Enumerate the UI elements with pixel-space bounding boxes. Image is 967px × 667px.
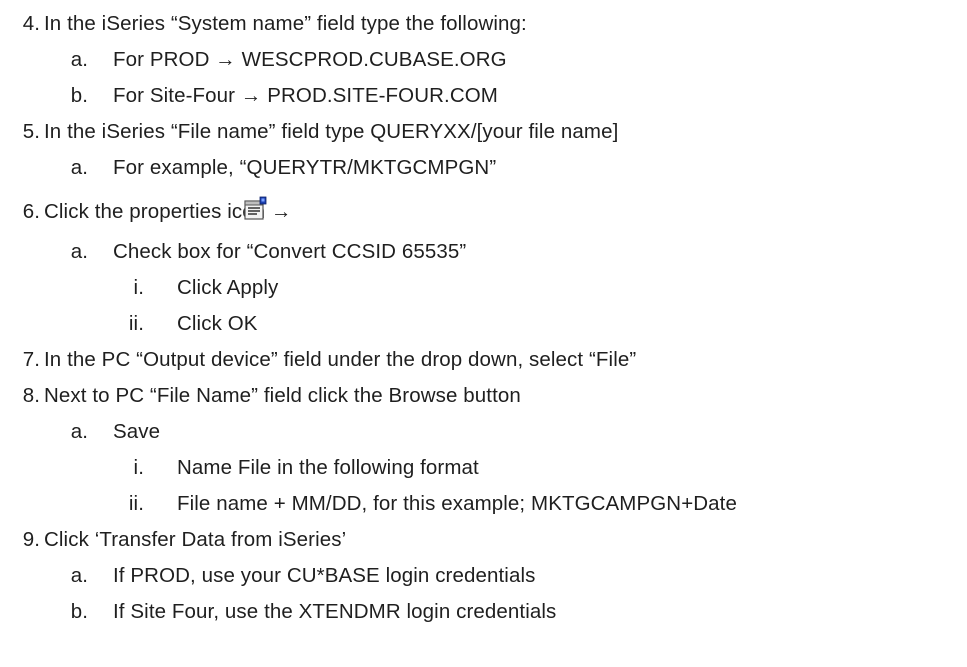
step-number: 4. [22,12,40,35]
step-text: For PROD → WESCPROD.CUBASE.ORG [113,48,507,71]
step-text: Check box for “Convert CCSID 65535” [113,240,467,263]
step-text: For Site-Four → PROD.SITE-FOUR.COM [113,84,498,107]
step-text: Click OK [177,312,258,335]
step-text: If Site Four, use the XTENDMR login cred… [113,600,557,623]
step-number: ii. [128,492,144,515]
step-number: 7. [22,348,40,371]
step-text: In the PC “Output device” field under th… [44,348,637,371]
step-number: 9. [22,528,40,551]
step-number: b. [70,84,88,107]
step-number: a. [70,156,88,179]
step-number: a. [70,420,88,443]
properties-icon [242,196,268,222]
step-text: In the iSeries “File name” field type QU… [44,120,619,143]
step-number: a. [70,564,88,587]
step-number: ii. [128,312,144,335]
step-text: Name File in the following format [177,456,479,479]
step-number: i. [133,456,144,479]
step-text: Next to PC “File Name” field click the B… [44,384,521,407]
step-number: b. [70,600,88,623]
step-text: For example, “QUERYTR/MKTGCMPGN” [113,156,497,179]
step-text: In the iSeries “System name” field type … [44,12,527,35]
step-number: 6. [22,200,40,223]
step-text: File name + MM/DD, for this example; MKT… [177,492,737,515]
step-text: Click Apply [177,276,279,299]
step-number: 8. [22,384,40,407]
step-text: Save [113,420,161,443]
step-number: a. [70,48,88,71]
step-number: a. [70,240,88,263]
step-number: 5. [22,120,40,143]
step-text: If PROD, use your CU*BASE login credenti… [113,564,536,587]
step-text: Click ‘Transfer Data from iSeries’ [44,528,347,551]
step-number: i. [133,276,144,299]
